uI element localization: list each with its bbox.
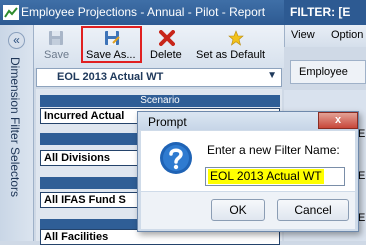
employee-field-value: Employee bbox=[299, 66, 348, 78]
dimension-sidebar: « Dimension Filter Selectors bbox=[0, 25, 34, 241]
list-item[interactable]: E bbox=[358, 128, 365, 140]
delete-label: Delete bbox=[150, 49, 182, 61]
save-label: Save bbox=[44, 49, 70, 61]
set-as-default-button[interactable]: Set as Default bbox=[190, 25, 284, 68]
tab-view[interactable]: View bbox=[291, 29, 315, 41]
window-title: Employee Projections - Annual - Pilot - … bbox=[21, 5, 266, 19]
employee-field[interactable]: Employee bbox=[290, 60, 366, 84]
filter-name-input[interactable]: EOL 2013 Actual WT bbox=[205, 167, 345, 186]
star-icon bbox=[228, 30, 244, 46]
save-button[interactable]: Save bbox=[40, 25, 70, 68]
dropdown-arrow-icon[interactable]: ▼ bbox=[267, 70, 277, 81]
sidebar-label: Dimension Filter Selectors bbox=[8, 57, 22, 198]
dialog-message: Enter a new Filter Name: bbox=[207, 143, 340, 157]
filter-select[interactable]: EOL 2013 Actual WT ▼ bbox=[36, 68, 282, 87]
set-as-default-label: Set as Default bbox=[196, 49, 266, 61]
floppy-icon bbox=[49, 31, 63, 45]
section-header-scenario: Scenario bbox=[40, 95, 280, 107]
ok-button[interactable]: OK bbox=[211, 199, 265, 221]
toolbar: Save Save As... Delete Set as Default bbox=[34, 25, 284, 68]
filter-name-input-value: EOL 2013 Actual WT bbox=[208, 169, 324, 184]
app-icon bbox=[3, 5, 19, 20]
right-tab-bar: View Option bbox=[284, 25, 366, 47]
save-as-highlight-box bbox=[81, 26, 142, 63]
filter-select-value: EOL 2013 Actual WT bbox=[57, 71, 164, 83]
dialog-footer: OK Cancel bbox=[141, 192, 355, 229]
list-item[interactable]: E bbox=[358, 212, 365, 224]
cancel-button[interactable]: Cancel bbox=[277, 199, 349, 221]
prompt-dialog: Prompt x Enter a new Filter Name: EOL 20… bbox=[137, 111, 359, 232]
dialog-title: Prompt bbox=[148, 115, 187, 129]
dialog-title-bar[interactable]: Prompt x bbox=[138, 112, 358, 130]
collapse-sidebar-icon[interactable]: « bbox=[8, 32, 25, 49]
delete-button[interactable]: Delete bbox=[146, 25, 186, 68]
tab-options[interactable]: Option bbox=[331, 29, 363, 41]
list-item[interactable]: E bbox=[358, 170, 365, 182]
question-icon bbox=[160, 142, 192, 174]
sidebar-vertical-label: Dimension Filter Selectors bbox=[6, 57, 28, 237]
delete-x-icon bbox=[159, 30, 175, 46]
filter-title: FILTER: [E bbox=[284, 0, 366, 25]
dialog-body: Enter a new Filter Name: EOL 2013 Actual… bbox=[141, 131, 355, 191]
filter-label: FILTER: [E bbox=[290, 5, 351, 19]
dialog-close-button[interactable]: x bbox=[318, 112, 358, 129]
